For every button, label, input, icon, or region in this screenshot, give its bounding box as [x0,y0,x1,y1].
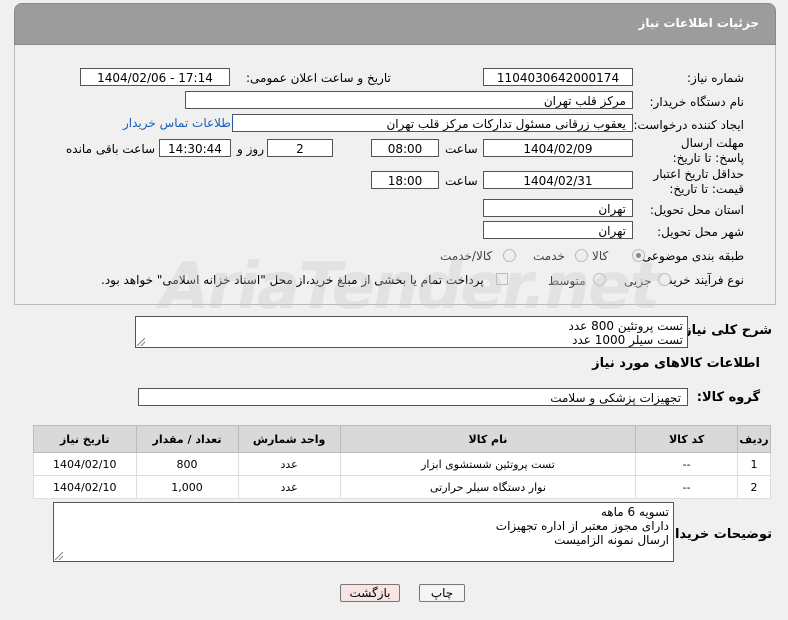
description-label: شرح کلی نیاز: [678,323,772,338]
col-header-unit: واحد شمارش [237,425,341,453]
cell-date: 1404/02/10 [33,452,137,476]
price-time-field[interactable]: 18:00 [371,171,439,189]
process-label: نوع فرآیند خرید : [659,273,744,287]
need-number-field[interactable]: 1104030642000174 [483,68,633,86]
cell-quantity: 1,000 [135,475,239,499]
city-label: شهر محل تحویل: [657,225,744,239]
buyer-notes-label: توضیحات خریدار: [662,527,772,542]
col-header-name: نام کالا [339,425,637,453]
col-header-date: تاریخ نیاز [33,425,137,453]
resize-grip-icon[interactable] [137,338,145,346]
back-button[interactable]: بازگشت [340,584,400,602]
remaining-time-field[interactable]: 14:30:44 [159,139,231,157]
reply-deadline-label: مهلت ارسال پاسخ: تا تاریخ: [672,136,744,165]
cell-row-number: 1 [737,452,771,476]
cell-row-number: 2 [737,475,771,499]
print-button[interactable]: چاپ [419,584,465,602]
buyer-notes-line: دارای مجوز معتبر از اداره تجهیزات [495,519,669,533]
price-validity-label: حداقل تاریخ اعتبار قیمت: تا تاریخ: [653,167,744,196]
page-title: جزئیات اطلاعات نیاز [638,16,759,30]
cell-unit: عدد [237,475,341,499]
days-and-label: روز و [237,142,264,156]
description-line: تست پروتئین 800 عدد [568,319,683,333]
table-row[interactable]: 2 -- نوار دستگاه سیلر حرارتی عدد 1,000 1… [33,475,771,499]
panel-header: جزئیات اطلاعات نیاز [14,3,776,45]
table-header-row: ردیف کد کالا نام کالا واحد شمارش تعداد /… [33,425,771,453]
city-field[interactable]: تهران [483,221,633,239]
buyer-notes-line: تسویه 6 ماهه [600,505,669,519]
remaining-label: ساعت باقی مانده [66,142,156,156]
description-textarea[interactable]: تست پروتئین 800 عدد تست سیلر 1000 عدد [135,316,688,348]
process-radio-minor[interactable] [658,273,671,286]
col-header-row-number: ردیف [737,425,771,453]
buyer-org-label: نام دستگاه خریدار: [649,95,745,109]
watermark-logo: AriaTender.net [160,250,660,324]
buyer-contact-link[interactable]: اطلاعات تماس خریدار [123,116,234,130]
goods-section-title: اطلاعات کالاهای مورد نیاز [592,356,760,371]
cell-unit: عدد [237,452,341,476]
goods-table: ردیف کد کالا نام کالا واحد شمارش تعداد /… [33,425,771,499]
goods-group-field[interactable]: تجهیزات پزشکی و سلامت [138,388,688,406]
creator-field[interactable]: یعقوب زرقانی مسئول تدارکات مرکز قلب تهرا… [232,114,633,132]
cell-code: -- [635,452,739,476]
resize-grip-icon[interactable] [55,552,63,560]
cell-name: نوار دستگاه سیلر حرارتی [339,475,637,499]
reply-time-label: ساعت [445,142,478,156]
goods-group-label: گروه کالا: [696,390,760,405]
col-header-code: کد کالا [635,425,739,453]
buyer-notes-line: ارسال نمونه الزامیست [554,533,669,547]
reply-date-field[interactable]: 1404/02/09 [483,139,633,157]
days-field[interactable]: 2 [267,139,333,157]
cell-code: -- [635,475,739,499]
buyer-notes-textarea[interactable]: تسویه 6 ماهه دارای مجوز معتبر از اداره ت… [53,502,674,562]
price-date-field[interactable]: 1404/02/31 [483,171,633,189]
announce-label: تاریخ و ساعت اعلان عمومی: [246,71,391,85]
table-row[interactable]: 1 -- تست پروتئین شستشوی ابزار عدد 800 14… [33,452,771,476]
announce-field[interactable]: 1404/02/06 - 17:14 [80,68,230,86]
description-line: تست سیلر 1000 عدد [572,333,683,347]
col-header-quantity: تعداد / مقدار [135,425,239,453]
cell-quantity: 800 [135,452,239,476]
buyer-org-field[interactable]: مرکز قلب تهران [185,91,633,109]
need-number-label: شماره نیاز: [687,71,744,85]
reply-time-field[interactable]: 08:00 [371,139,439,157]
cell-name: تست پروتئین شستشوی ابزار [339,452,637,476]
province-label: استان محل تحویل: [649,203,744,217]
province-field[interactable]: تهران [483,199,633,217]
cell-date: 1404/02/10 [33,475,137,499]
price-time-label: ساعت [445,174,478,188]
creator-label: ایجاد کننده درخواست: [633,118,744,132]
